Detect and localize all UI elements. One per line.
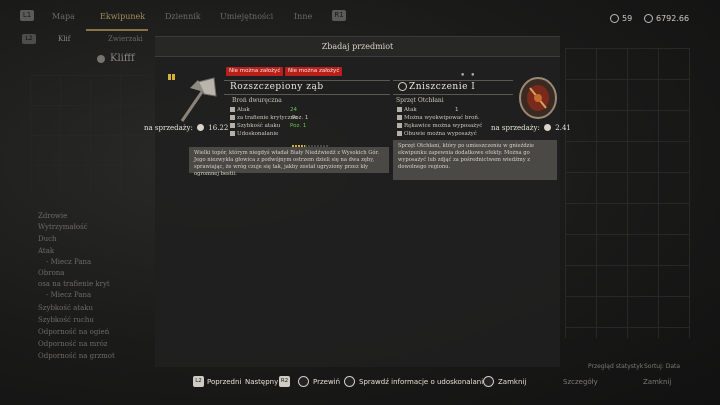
stat-value: 24 [290, 107, 297, 113]
boots-icon [397, 131, 402, 136]
attack-icon [230, 107, 235, 112]
sub-tab-klif[interactable]: Klif [58, 35, 70, 43]
bg-stat: Odporność na mróz [38, 340, 108, 348]
bg-stat: Szybkość ruchu [38, 316, 94, 324]
speed-icon [230, 123, 235, 128]
stat-row-weapon: Można wyekwipować broń. [397, 115, 480, 121]
background-inventory-grid-left [30, 75, 150, 195]
sell-price-right: na sprzedaży: 2.41 [491, 124, 571, 132]
attack-icon [397, 107, 402, 112]
bottom-action-bar: L2 Poprzedni Następny R2 Przewiń Sprawdź… [0, 370, 720, 394]
character-icon [97, 55, 105, 63]
sell-price-label: na sprzedaży: [491, 124, 540, 132]
gold-value: 6792.66 [656, 14, 690, 23]
bg-stat: Szybkość ataku [38, 304, 94, 312]
sub-tab-zwierzaki[interactable]: Zwierzaki [108, 35, 143, 43]
stat-label: za trafienie krytyczne [237, 115, 298, 121]
skill-points-value: 59 [622, 14, 633, 23]
bg-stat: - Miecz Pana [46, 291, 92, 299]
r1-button-icon[interactable]: R1 [332, 10, 346, 21]
bg-stat: osa na trafienie kryt [38, 280, 110, 288]
character-name: Klifff [110, 53, 135, 64]
stat-label: Obuwie można wyposażyć [404, 131, 477, 137]
skill-point-icon [610, 14, 619, 23]
stat-value: 1 [455, 107, 459, 113]
stat-row-speed: Szybkość ataku [230, 123, 280, 129]
stat-row-boots: Obuwie można wyposażyć [397, 131, 477, 137]
item-type-right: Sprzęt Otchłani [396, 97, 444, 104]
bg-stat: - Miecz Pana [46, 258, 92, 266]
item-name-right: Zniszczenie I [409, 82, 476, 92]
gloves-icon [397, 123, 402, 128]
tab-inne[interactable]: Inne [294, 12, 312, 21]
card-header-line [224, 80, 390, 81]
item-name-left: Rozszczepiony ząb [230, 82, 324, 92]
stat-value: Poz. 1 [292, 115, 309, 121]
previous-button[interactable]: Poprzedni [207, 378, 241, 386]
bg-stat: Duch [38, 235, 57, 243]
stat-row-crit: za trafienie krytyczne [230, 115, 297, 121]
stat-label: Rękawice można wyposażyć [404, 123, 483, 129]
next-button[interactable]: Następny [245, 378, 278, 386]
stat-label: Można wyekwipować broń. [404, 115, 480, 121]
stat-row-attack: Atak [397, 107, 417, 113]
upgrade-info-button[interactable]: Sprawdź informacje o udoskonalaniu [359, 378, 488, 386]
bg-stat: Odporność na ogień [38, 328, 110, 336]
item-type-left: Broń dwuręczna [232, 97, 282, 104]
crit-icon [230, 115, 235, 120]
stat-row-gloves: Rękawice można wyposażyć [397, 123, 482, 129]
item-description-left: Wielki topór, którym niegdyś władał Biał… [189, 147, 389, 177]
upgrade-icon [230, 131, 235, 136]
dialog-title: Zbadaj przedmiot [155, 37, 560, 57]
card-header-line [393, 80, 513, 81]
abyss-gear-item-icon [512, 74, 564, 126]
sort-hint[interactable]: Sortuj: Data [644, 363, 680, 370]
active-tab-underline [86, 29, 148, 31]
background-inventory-grid-right [565, 48, 690, 338]
scroll-button[interactable]: Przewiń [313, 378, 340, 386]
bg-stat: Wytrzymałość [38, 223, 88, 231]
close-hint[interactable]: Zamknij [643, 378, 671, 386]
tab-ekwipunek[interactable]: Ekwipunek [100, 12, 145, 21]
bg-stat: Zdrowie [38, 212, 68, 220]
cannot-equip-badge: Nie można założyć [285, 67, 343, 76]
stats-overview-hint[interactable]: Przegląd statystyk [588, 363, 643, 370]
tab-mapa[interactable]: Mapa [52, 12, 75, 21]
tab-umiejetnosci[interactable]: Umiejętności [220, 12, 273, 21]
circle-button-icon[interactable] [483, 376, 494, 387]
l1-button-icon[interactable]: L1 [20, 10, 34, 21]
card-header-line [393, 94, 513, 95]
weapon-icon [397, 115, 402, 120]
triangle-button-icon[interactable] [344, 376, 355, 387]
close-button[interactable]: Zamknij [498, 378, 526, 386]
stat-row-upgrade: Udoskonalanie [230, 131, 278, 137]
r2-button-icon[interactable]: R2 [279, 376, 290, 387]
sell-price-value: 2.41 [555, 124, 571, 132]
bg-stat: Obrona [38, 269, 65, 277]
bg-stat: Atak [38, 247, 55, 255]
l2-button-icon[interactable]: L2 [22, 34, 36, 44]
stat-label: Atak [404, 107, 417, 113]
l2-button-icon[interactable]: L2 [193, 376, 204, 387]
item-description-right: Sprzęt Otchłani, który po umieszczeniu w… [393, 140, 557, 180]
enchant-icon [398, 82, 407, 91]
card-header-line [224, 94, 390, 95]
cannot-equip-badge: Nie można założyć [226, 67, 284, 76]
tab-dziennik[interactable]: Dziennik [165, 12, 201, 21]
details-hint[interactable]: Szczegóły [563, 378, 598, 386]
coin-icon [544, 124, 552, 131]
stat-label: Atak [237, 107, 250, 113]
stat-value: Poz. 1 [290, 123, 307, 129]
stat-label: Szybkość ataku [237, 123, 281, 129]
bg-stat: Odporność na grzmot [38, 352, 115, 360]
right-stick-icon[interactable] [298, 376, 309, 387]
stat-label: Udoskonalanie [237, 131, 279, 137]
gold-coin-icon [644, 14, 653, 23]
stat-row-attack: Atak [230, 107, 250, 113]
